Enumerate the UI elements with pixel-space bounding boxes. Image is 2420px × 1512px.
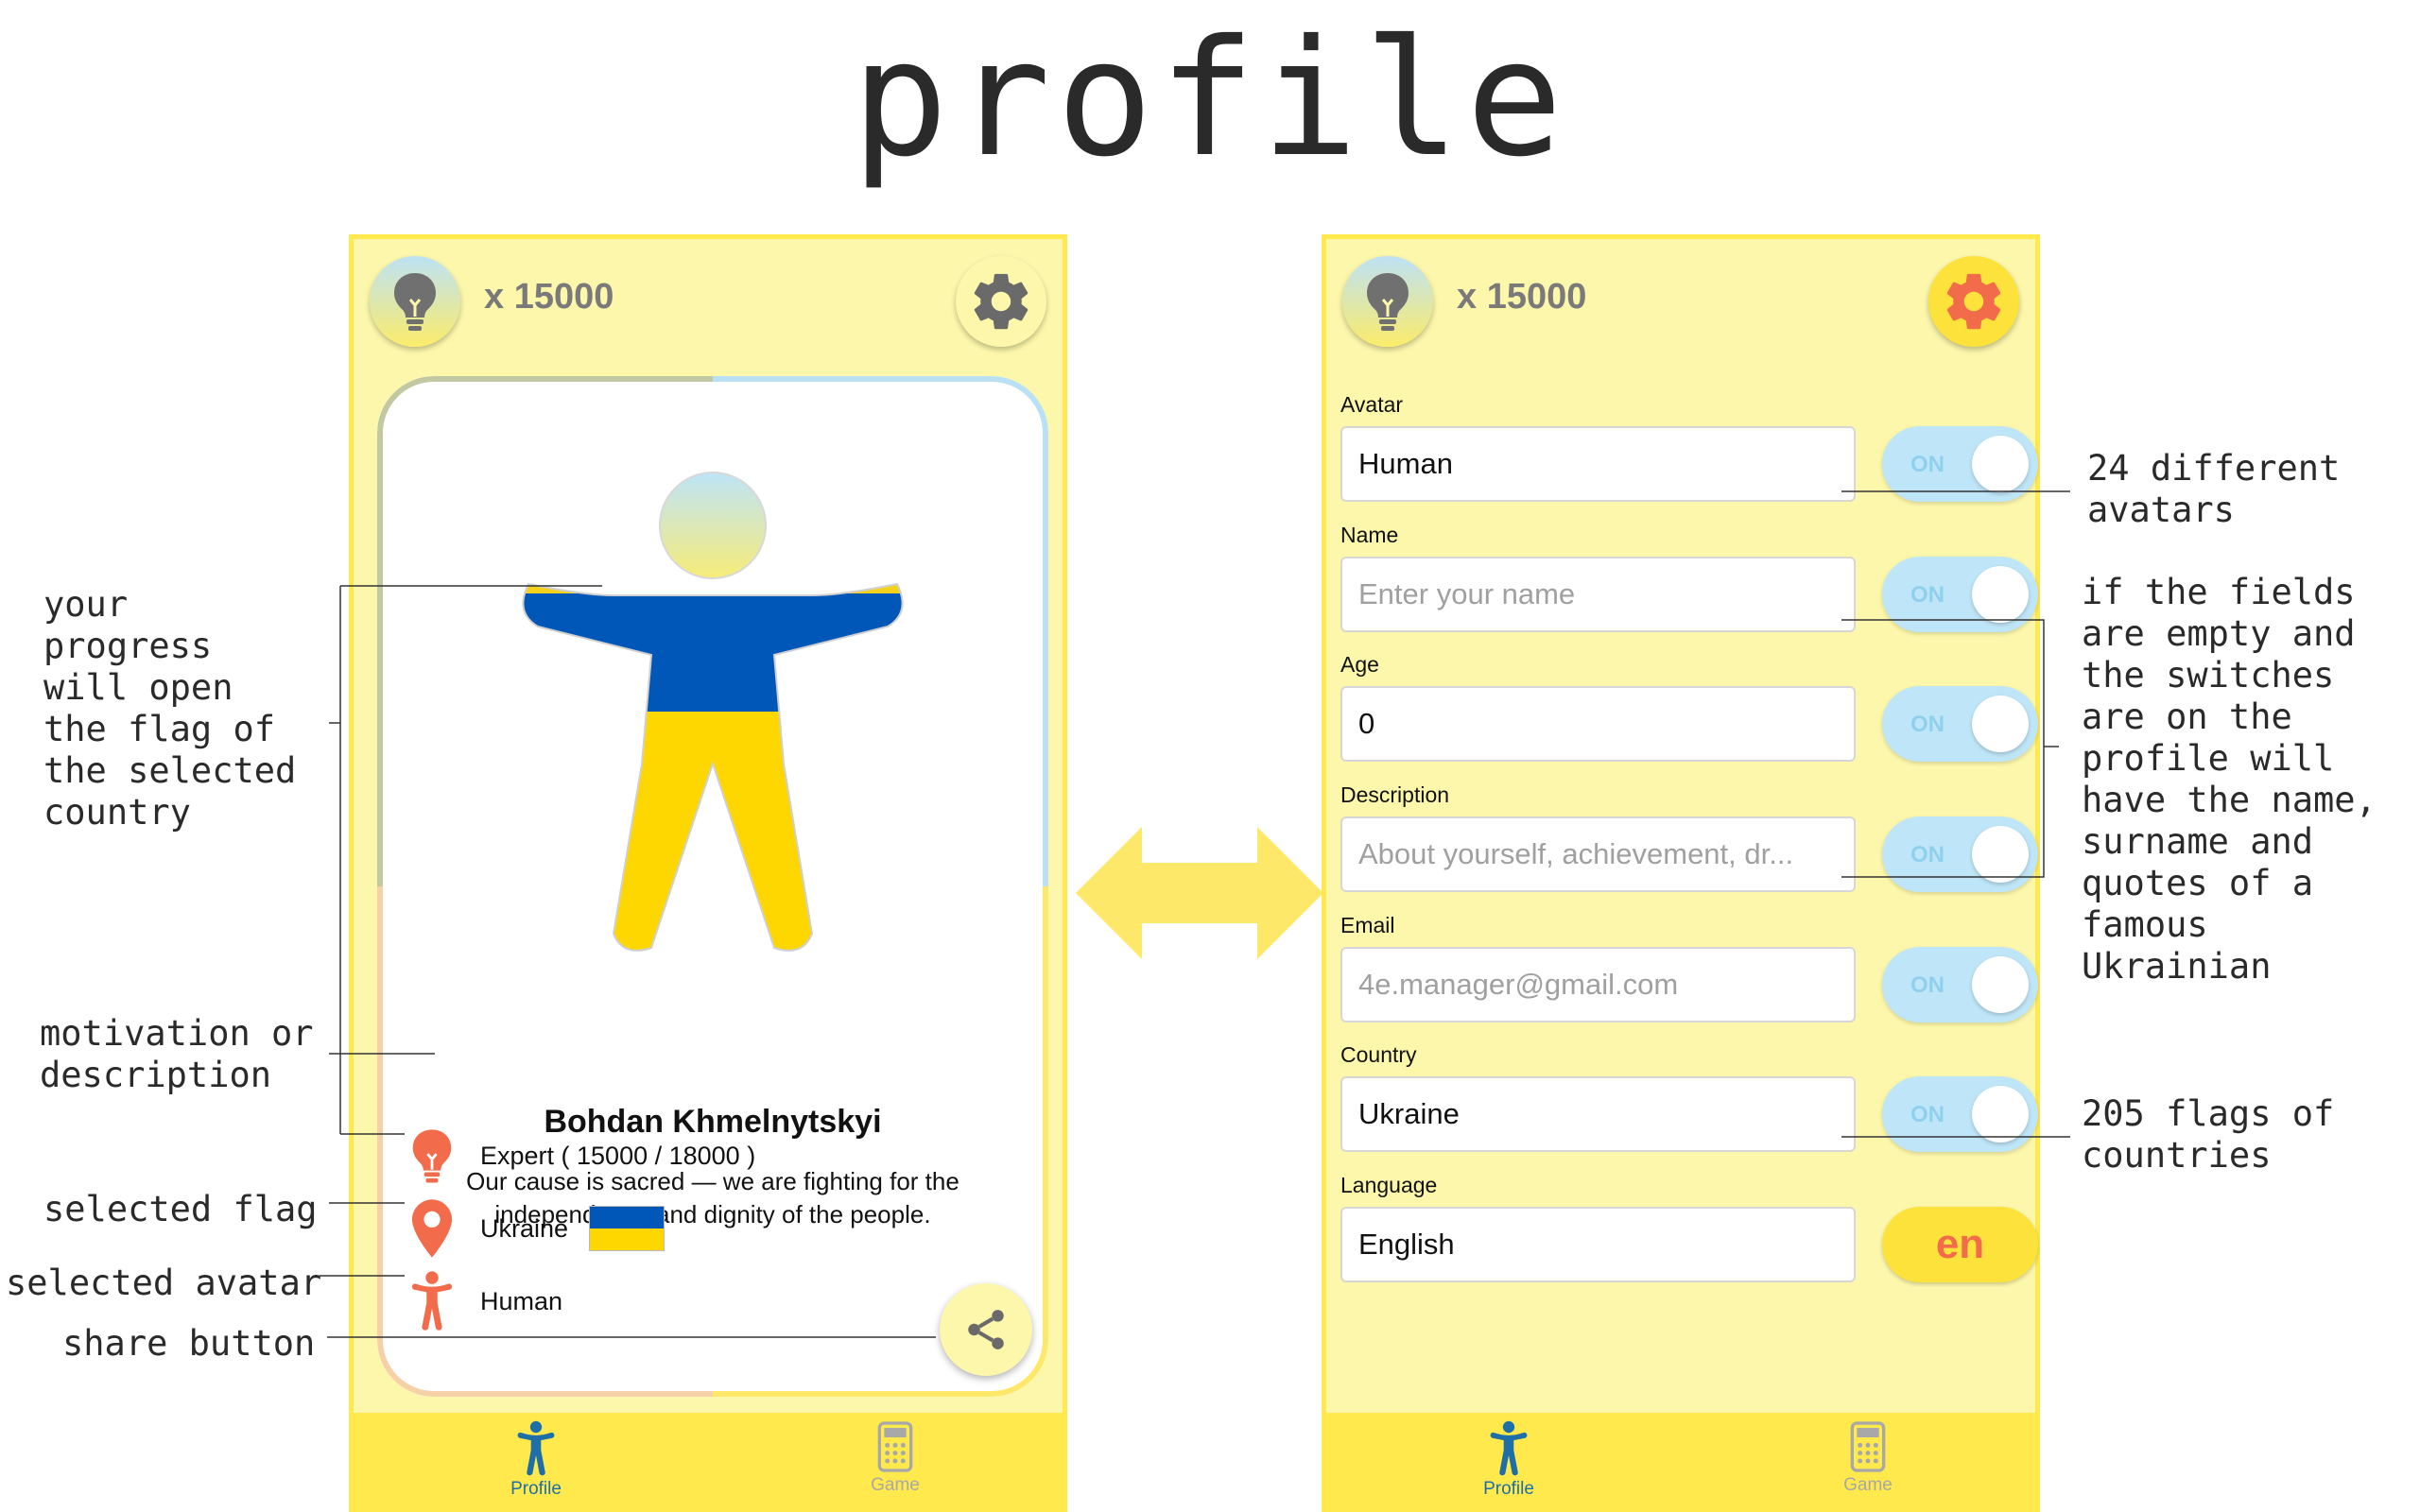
annotation-leader-lines — [320, 490, 2070, 1338]
